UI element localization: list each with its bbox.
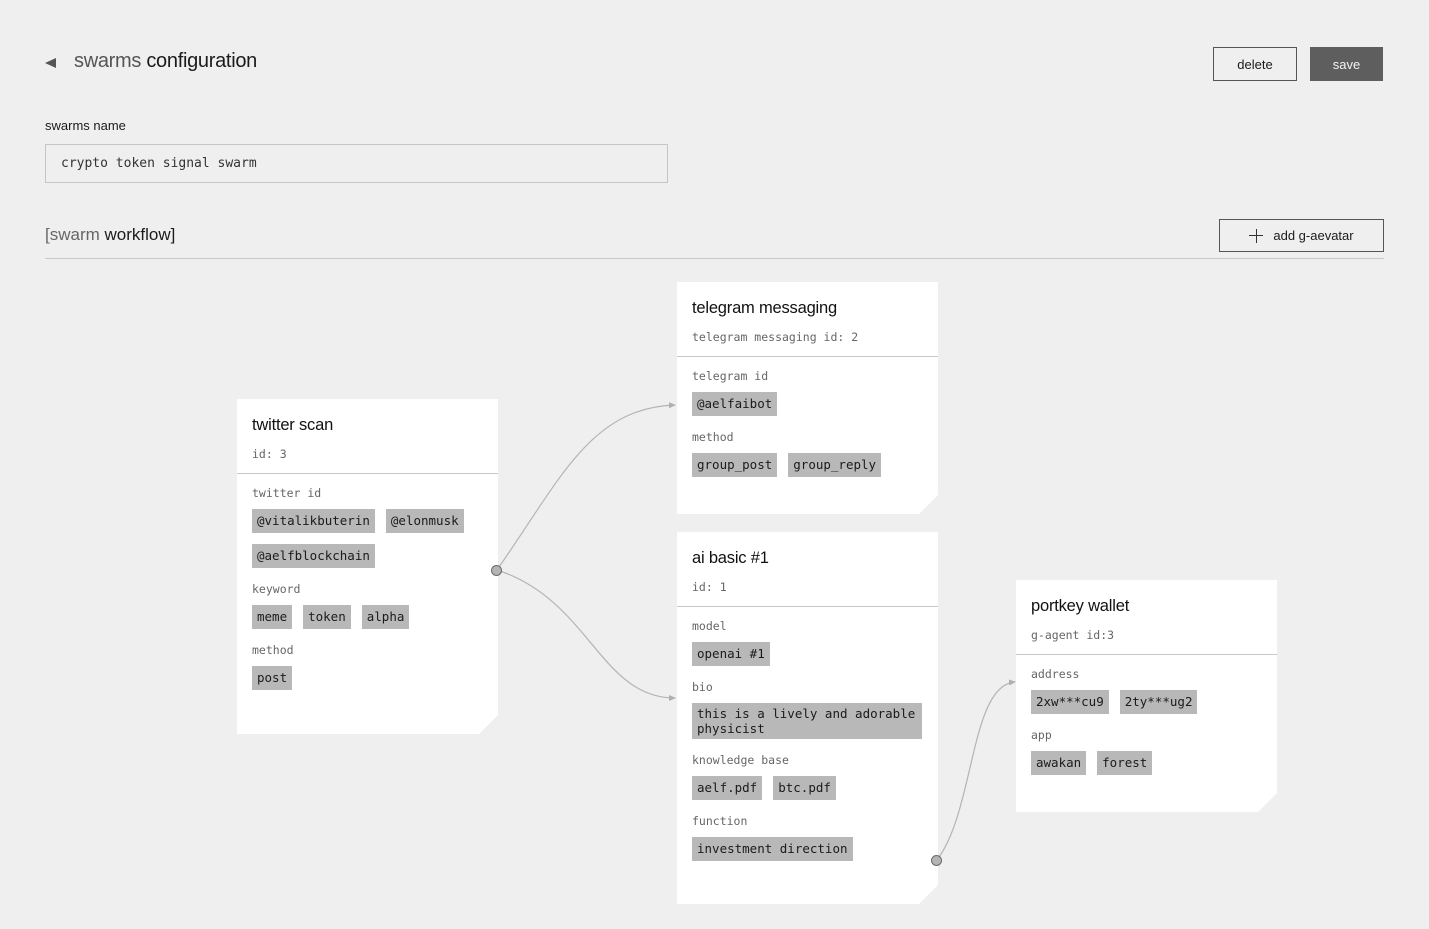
chip[interactable]: alpha (362, 605, 410, 629)
field-label: function (692, 814, 748, 828)
chip-list: @aelfaibot (692, 392, 923, 416)
chip[interactable]: group_post (692, 453, 777, 477)
chip[interactable]: investment direction (692, 837, 853, 861)
page-title-muted: swarms (74, 50, 142, 72)
page-title: swarms configuration (74, 50, 257, 73)
chip[interactable]: 2xw***cu9 (1031, 690, 1109, 714)
delete-button[interactable]: delete (1213, 47, 1297, 81)
workflow-title-muted: swarm (49, 225, 100, 244)
add-g-aevatar-label: add g-aevatar (1273, 228, 1354, 243)
page-header: swarms configuration delete save (45, 46, 1384, 82)
card-header: telegram messaging telegram messaging id… (677, 282, 938, 357)
connection-twitter-to-telegram (496, 402, 676, 571)
section-divider (45, 258, 1384, 259)
chip[interactable]: @aelfblockchain (252, 544, 375, 568)
field-label: bio (692, 680, 713, 694)
chip[interactable]: @elonmusk (386, 509, 464, 533)
card-body: twitter id @vitalikbuterin @elonmusk @ae… (237, 474, 498, 712)
card-title: twitter scan (252, 416, 334, 434)
chip[interactable]: group_reply (788, 453, 881, 477)
chip-list: 2xw***cu9 2ty***ug2 (1031, 690, 1262, 714)
node-card-ai-basic[interactable]: ai basic #1 id: 1 model openai #1 bio th… (677, 532, 938, 904)
save-button[interactable]: save (1310, 47, 1383, 81)
card-id: g-agent id:3 (1031, 628, 1115, 642)
field-label: address (1031, 667, 1080, 681)
card-id: id: 1 (692, 580, 727, 594)
chip[interactable]: this is a lively and adorable physicist (692, 703, 922, 739)
field-label: app (1031, 728, 1052, 742)
chip[interactable]: token (303, 605, 351, 629)
field-label: model (692, 619, 727, 633)
chip-list: aelf.pdf btc.pdf (692, 776, 923, 800)
card-body: model openai #1 bio this is a lively and… (677, 607, 938, 883)
chip[interactable]: awakan (1031, 751, 1086, 775)
chip[interactable]: post (252, 666, 292, 690)
card-header: portkey wallet g-agent id:3 (1016, 580, 1277, 655)
field-label: keyword (252, 582, 301, 596)
chip[interactable]: forest (1097, 751, 1152, 775)
chip-list: group_post group_reply (692, 453, 923, 477)
add-g-aevatar-button[interactable]: add g-aevatar (1219, 219, 1384, 252)
chip-list: this is a lively and adorable physicist (692, 703, 923, 739)
chip[interactable]: openai #1 (692, 642, 770, 666)
chip-list: @vitalikbuterin @elonmusk @aelfblockchai… (252, 509, 483, 568)
card-title: ai basic #1 (692, 549, 769, 567)
chip-list: post (252, 666, 483, 690)
card-body: address 2xw***cu9 2ty***ug2 app awakan f… (1016, 655, 1277, 797)
chip[interactable]: btc.pdf (773, 776, 836, 800)
ai-output-port-handle[interactable] (931, 855, 942, 866)
workflow-title-strong: workflow] (104, 225, 176, 244)
twitter-output-port-handle[interactable] (491, 565, 502, 576)
chip[interactable]: meme (252, 605, 292, 629)
plus-icon (1249, 228, 1264, 243)
card-header: twitter scan id: 3 (237, 399, 498, 474)
node-card-telegram-messaging[interactable]: telegram messaging telegram messaging id… (677, 282, 938, 514)
field-label: knowledge base (692, 753, 789, 767)
card-id: telegram messaging id: 2 (692, 330, 859, 344)
card-title: telegram messaging (692, 299, 837, 317)
card-body: telegram id @aelfaibot method group_post… (677, 357, 938, 499)
card-header: ai basic #1 id: 1 (677, 532, 938, 607)
node-card-portkey-wallet[interactable]: portkey wallet g-agent id:3 address 2xw*… (1016, 580, 1277, 812)
chip-list: meme token alpha (252, 605, 483, 629)
workflow-section-title: [swarm workflow] (45, 225, 175, 245)
swarms-name-label: swarms name (45, 118, 126, 133)
chip[interactable]: 2ty***ug2 (1120, 690, 1198, 714)
chip[interactable]: @aelfaibot (692, 392, 777, 416)
node-card-twitter-scan[interactable]: twitter scan id: 3 twitter id @vitalikbu… (237, 399, 498, 734)
chip-list: investment direction (692, 837, 923, 861)
connection-ai-to-portkey (936, 679, 1016, 861)
chip[interactable]: @vitalikbuterin (252, 509, 375, 533)
field-label: method (252, 643, 294, 657)
swarms-name-input[interactable] (45, 144, 668, 183)
chip-list: awakan forest (1031, 751, 1262, 775)
field-label: telegram id (692, 369, 769, 383)
page-title-strong: configuration (146, 50, 257, 72)
field-label: twitter id (252, 486, 322, 500)
back-triangle-icon[interactable] (45, 56, 59, 70)
chip[interactable]: aelf.pdf (692, 776, 762, 800)
card-id: id: 3 (252, 447, 287, 461)
card-title: portkey wallet (1031, 597, 1130, 615)
chip-list: openai #1 (692, 642, 923, 666)
field-label: method (692, 430, 734, 444)
connection-twitter-to-ai (496, 569, 676, 701)
